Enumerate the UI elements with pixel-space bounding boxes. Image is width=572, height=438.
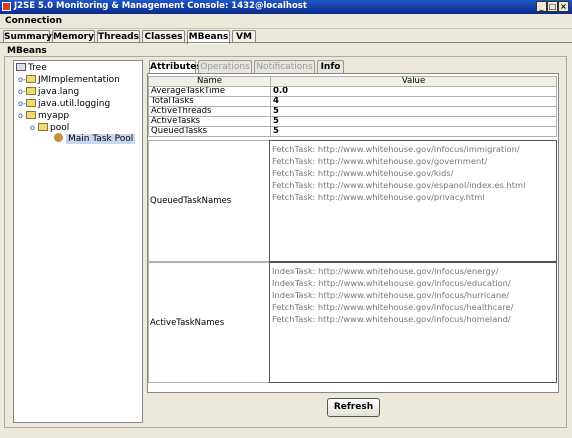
active-task-names-value[interactable]: IndexTask: http://www.whitehouse.gov/inf… (269, 262, 557, 383)
folder-icon (26, 111, 36, 119)
list-item: FetchTask: http://www.whitehouse.gov/inf… (272, 144, 520, 154)
table-row[interactable]: AverageTaskTime 0.0 (148, 86, 557, 97)
tree-root[interactable]: Tree (16, 63, 47, 74)
folder-icon (26, 87, 36, 95)
list-item: FetchTask: http://www.whitehouse.gov/gov… (272, 156, 488, 166)
active-task-names-label: ActiveTaskNames (150, 318, 225, 328)
expand-key-icon[interactable]: o- (18, 98, 26, 109)
menu-bar: Connection (0, 14, 572, 29)
collapse-key-icon[interactable]: o (30, 122, 38, 133)
attr-value[interactable]: 0.0 (270, 86, 557, 97)
header-value[interactable]: Value (270, 76, 557, 87)
list-item: IndexTask: http://www.whitehouse.gov/inf… (272, 290, 510, 300)
minimize-button[interactable]: _ (536, 1, 547, 12)
tree-item-java-util-logging[interactable]: o-java.util.logging (18, 98, 110, 109)
folder-icon (26, 75, 36, 83)
collapse-key-icon[interactable]: o (18, 110, 26, 121)
expand-key-icon[interactable]: o- (18, 86, 26, 97)
menu-connection[interactable]: Connection (5, 16, 62, 26)
queued-task-names-label: QueuedTaskNames (150, 196, 232, 206)
window-title: J2SE 5.0 Monitoring & Management Console… (14, 1, 307, 11)
list-item: FetchTask: http://www.whitehouse.gov/pri… (272, 192, 485, 202)
list-item: FetchTask: http://www.whitehouse.gov/inf… (272, 302, 514, 312)
attribute-table: Name Value AverageTaskTime 0.0 TotalTasks… (148, 76, 557, 137)
table-row[interactable]: ActiveTasks 5 (148, 116, 557, 127)
list-item: IndexTask: http://www.whitehouse.gov/inf… (272, 278, 511, 288)
title-bar: J2SE 5.0 Monitoring & Management Console… (0, 0, 572, 14)
attr-value[interactable]: 5 (270, 126, 557, 137)
list-item: FetchTask: http://www.whitehouse.gov/inf… (272, 314, 511, 324)
table-row[interactable]: QueuedTasks 5 (148, 126, 557, 137)
queued-task-names-value[interactable]: FetchTask: http://www.whitehouse.gov/inf… (269, 140, 557, 262)
table-row[interactable]: TotalTasks 4 (148, 96, 557, 107)
tree-item-myapp[interactable]: o myapp (18, 110, 69, 121)
tree-item-jmimplementation[interactable]: o- JMImplementation (18, 74, 120, 85)
attr-value[interactable]: 4 (270, 96, 557, 107)
mbean-tree[interactable]: Tree o- JMImplementation o-java.lang o-ja… (13, 60, 143, 423)
tree-item-pool[interactable]: o pool (30, 122, 69, 133)
tab-info[interactable]: Info (317, 60, 344, 73)
tab-divider (0, 42, 572, 43)
list-item: IndexTask: http://www.whitehouse.gov/inf… (272, 266, 499, 276)
folder-icon (38, 123, 48, 131)
tree-item-main-task-pool[interactable]: Main Task Pool (54, 133, 136, 144)
attr-value[interactable]: 5 (270, 116, 557, 127)
attr-name: ActiveThreads (148, 106, 271, 117)
table-row[interactable]: ActiveThreads 5 (148, 106, 557, 117)
attr-value[interactable]: 5 (270, 106, 557, 117)
attr-name: ActiveTasks (148, 116, 271, 127)
refresh-button[interactable]: Refresh (327, 398, 380, 417)
list-item: FetchTask: http://www.whitehouse.gov/esp… (272, 180, 526, 190)
list-item: FetchTask: http://www.whitehouse.gov/kid… (272, 168, 454, 178)
java-app-icon (2, 2, 11, 11)
mbean-icon (54, 133, 63, 142)
tree-icon (16, 63, 26, 71)
tab-notifications[interactable]: Notifications (254, 60, 315, 73)
table-header: Name Value (148, 76, 557, 87)
panel-title: MBeans (7, 46, 47, 56)
attr-name: QueuedTasks (148, 126, 271, 137)
close-button[interactable]: × (558, 1, 569, 12)
header-name[interactable]: Name (148, 76, 271, 87)
attr-name: AverageTaskTime (148, 86, 271, 97)
tab-operations[interactable]: Operations (198, 60, 252, 73)
tree-item-java-lang[interactable]: o-java.lang (18, 86, 79, 97)
maximize-button[interactable]: □ (547, 1, 558, 12)
folder-icon (26, 99, 36, 107)
expand-key-icon[interactable]: o- (18, 74, 26, 85)
attr-name: TotalTasks (148, 96, 271, 107)
tab-attributes[interactable]: Attributes (149, 60, 202, 74)
